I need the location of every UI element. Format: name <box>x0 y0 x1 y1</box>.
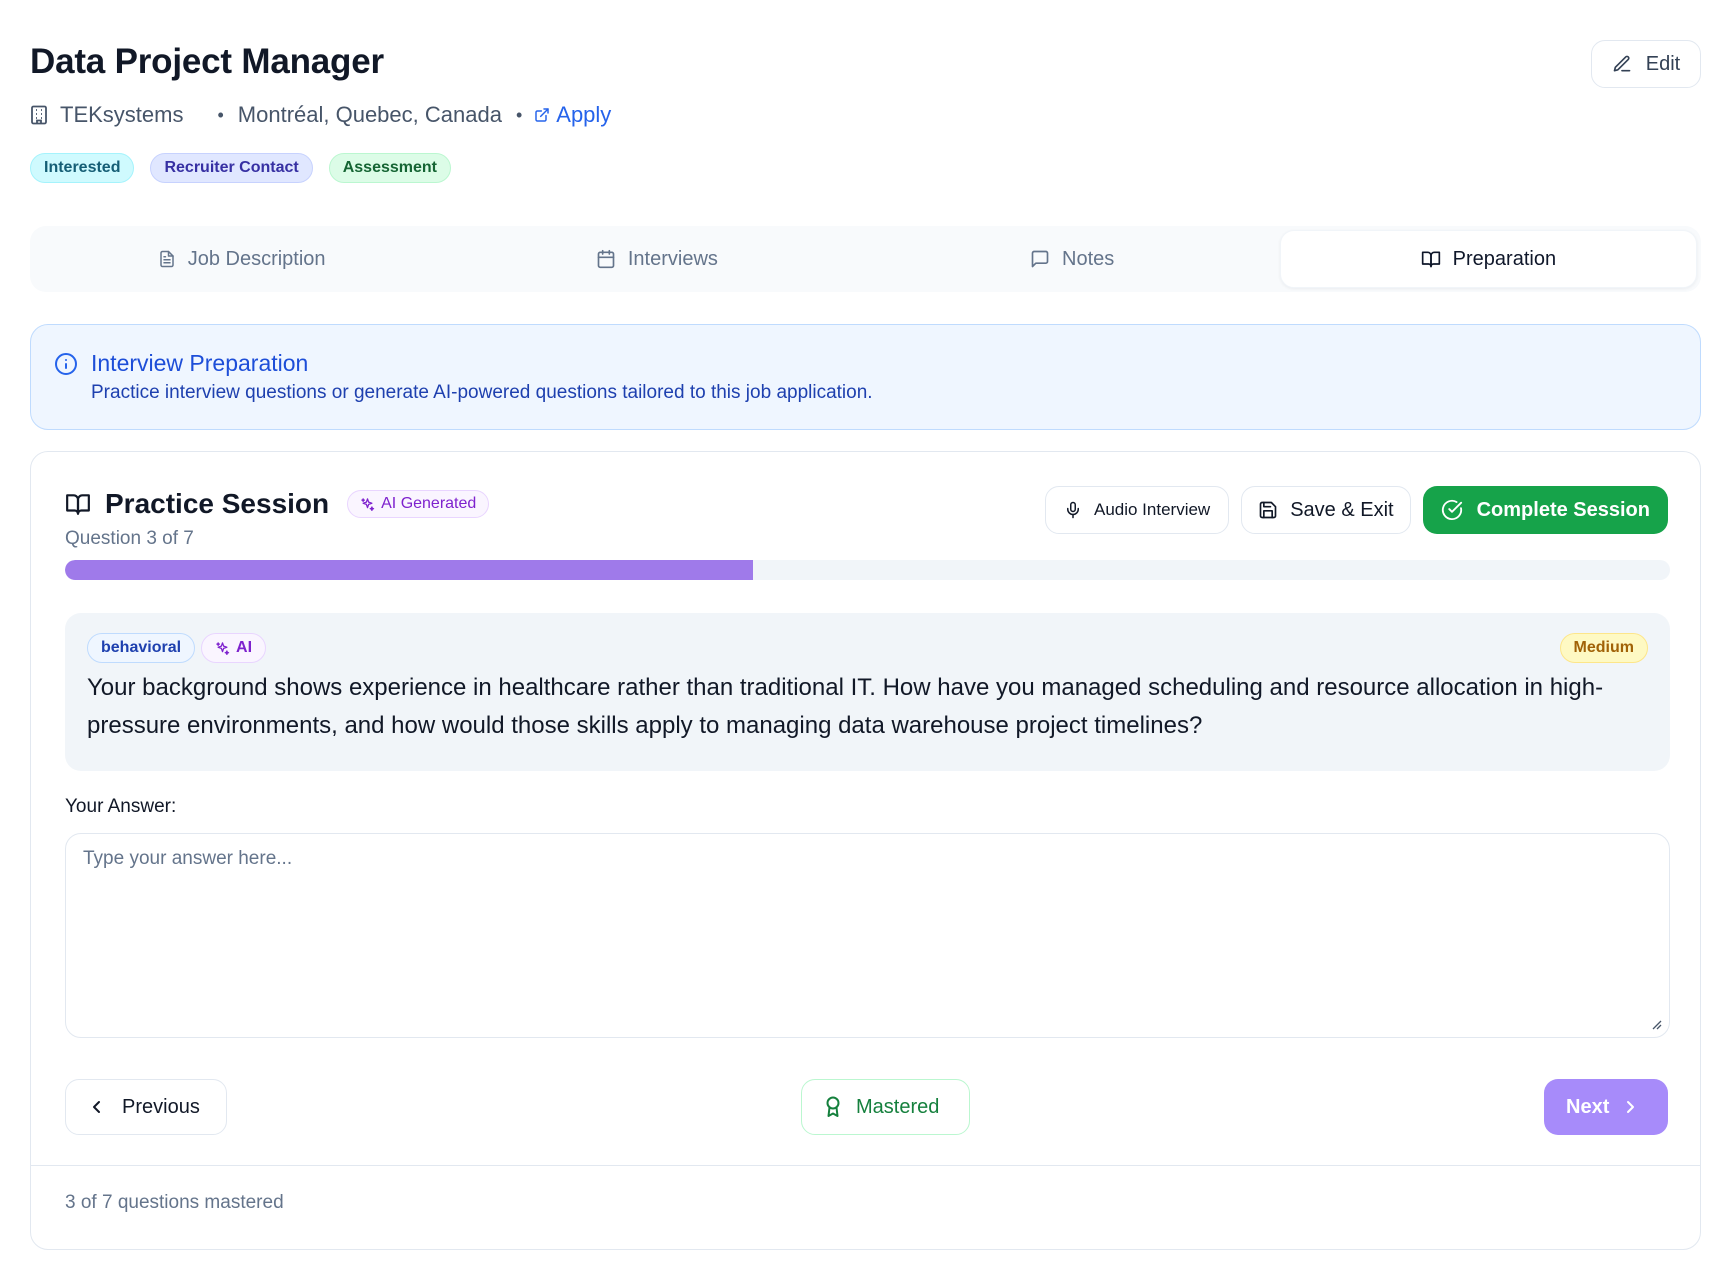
info-title: Interview Preparation <box>91 350 309 376</box>
book-open-icon <box>1421 249 1441 269</box>
book-open-icon <box>65 491 91 517</box>
microphone-icon <box>1064 500 1082 520</box>
edit-label: Edit <box>1645 52 1681 75</box>
ai-generated-badge: AI Generated <box>347 490 490 518</box>
session-progress-bar <box>65 560 1670 580</box>
answer-label: Your Answer: <box>65 796 177 817</box>
job-meta: TEKsystems • Montréal, Quebec, Canada • … <box>30 102 611 128</box>
mastered-label: Mastered <box>856 1095 940 1118</box>
calendar-icon <box>596 249 616 269</box>
save-exit-button[interactable]: Save & Exit <box>1241 486 1411 534</box>
building-icon <box>30 105 48 125</box>
info-banner: Interview Preparation Practice interview… <box>30 324 1701 430</box>
tab-label: Notes <box>1062 247 1115 270</box>
tab-preparation[interactable]: Preparation <box>1279 230 1697 288</box>
ai-tag: AI <box>201 633 267 663</box>
difficulty-badge: Medium <box>1559 633 1648 663</box>
separator-dot: • <box>217 104 224 125</box>
previous-label: Previous <box>122 1095 200 1118</box>
apply-label: Apply <box>556 102 612 127</box>
tab-bar: Job Description Interviews Notes Prepara… <box>30 226 1701 292</box>
session-title: Practice Session <box>105 488 330 519</box>
pencil-icon <box>1612 54 1632 74</box>
session-header: Practice Session AI Generated <box>65 488 490 520</box>
question-counter: Question 3 of 7 <box>65 528 194 549</box>
check-circle-icon <box>1441 499 1463 521</box>
next-button[interactable]: Next <box>1544 1079 1668 1135</box>
apply-link[interactable]: Apply <box>534 102 611 128</box>
info-text: Practice interview questions or generate… <box>91 382 873 403</box>
audio-interview-label: Audio Interview <box>1093 500 1211 519</box>
question-card: behavioral AI Medium Your background sho… <box>65 613 1670 771</box>
sparkles-icon <box>360 497 375 512</box>
external-link-icon <box>534 107 550 123</box>
complete-session-label: Complete Session <box>1476 498 1650 521</box>
chevron-right-icon <box>1623 1099 1637 1115</box>
tab-label: Interviews <box>627 247 718 270</box>
mastered-count: 3 of 7 questions mastered <box>65 1192 284 1213</box>
company-name: TEKsystems <box>60 102 184 127</box>
status-badge-assessment[interactable]: Assessment <box>328 153 451 183</box>
page-title: Data Project Manager <box>30 42 384 81</box>
tab-label: Job Description <box>187 247 326 270</box>
session-actions: Audio Interview Save & Exit Complete Ses… <box>1044 486 1668 534</box>
status-badge-interested[interactable]: Interested <box>30 153 135 183</box>
category-tag: behavioral <box>87 633 196 663</box>
document-icon <box>158 249 176 269</box>
card-footer-divider <box>31 1165 1700 1166</box>
next-label: Next <box>1566 1095 1610 1118</box>
previous-button[interactable]: Previous <box>65 1079 227 1135</box>
message-icon <box>1030 249 1050 269</box>
save-exit-label: Save & Exit <box>1290 498 1394 521</box>
tab-job-description[interactable]: Job Description <box>34 230 449 288</box>
status-badge-recruiter-contact[interactable]: Recruiter Contact <box>150 153 313 183</box>
save-icon <box>1258 500 1278 520</box>
tab-interviews[interactable]: Interviews <box>449 230 864 288</box>
question-text: Your background shows experience in heal… <box>87 674 1604 739</box>
info-icon <box>54 352 78 376</box>
complete-session-button[interactable]: Complete Session <box>1422 486 1668 534</box>
practice-session-card: Practice Session AI Generated Question 3… <box>30 451 1701 1250</box>
progress-fill <box>65 560 753 580</box>
tab-notes[interactable]: Notes <box>865 230 1280 288</box>
job-location: Montréal, Quebec, Canada <box>237 102 502 127</box>
chevron-left-icon <box>90 1099 104 1115</box>
status-badges: Interested Recruiter Contact Assessment <box>30 153 451 183</box>
award-icon <box>824 1096 842 1118</box>
question-tags: behavioral AI <box>87 633 267 663</box>
answer-textarea[interactable] <box>65 833 1670 1038</box>
resize-handle-icon[interactable] <box>1650 1018 1662 1030</box>
ai-generated-label: AI Generated <box>381 495 477 512</box>
audio-interview-button[interactable]: Audio Interview <box>1044 486 1230 534</box>
tab-label: Preparation <box>1452 247 1557 270</box>
ai-tag-label: AI <box>236 639 253 656</box>
separator-dot: • <box>515 104 523 125</box>
edit-button[interactable]: Edit <box>1591 40 1701 88</box>
sparkles-icon <box>215 641 230 656</box>
mastered-button[interactable]: Mastered <box>801 1079 970 1135</box>
